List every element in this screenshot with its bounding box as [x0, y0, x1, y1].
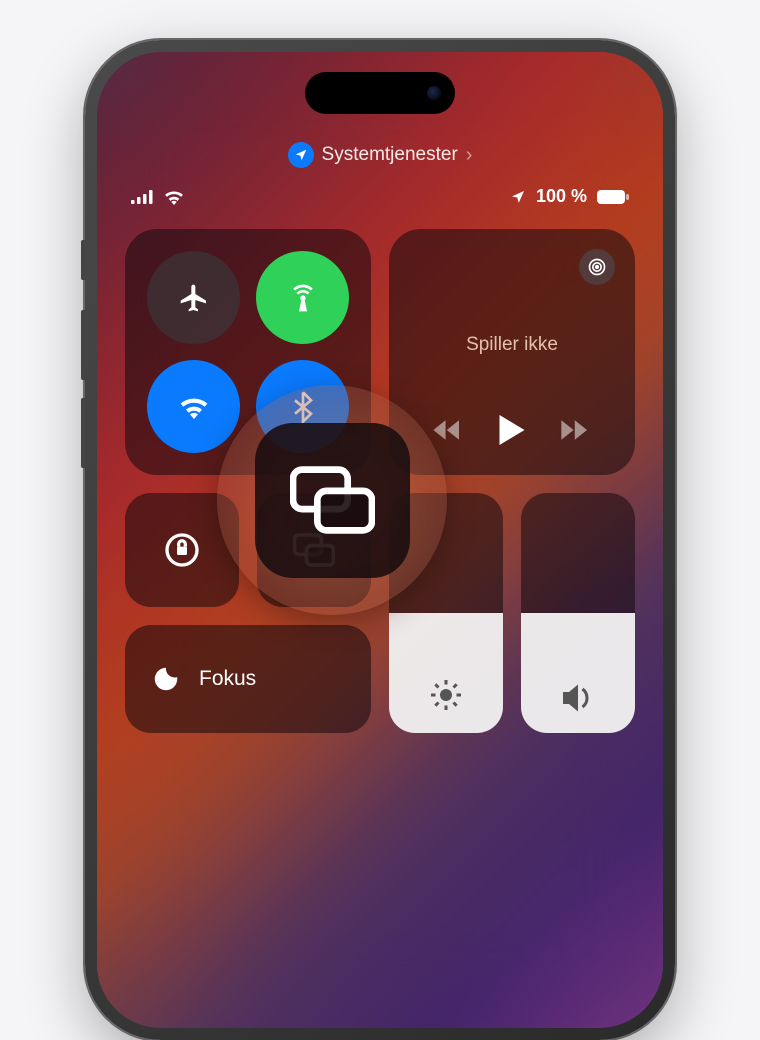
system-services-link[interactable]: Systemtjenester ›	[125, 142, 635, 168]
dynamic-island	[305, 72, 455, 114]
cellular-data-button[interactable]	[256, 251, 349, 344]
location-arrow-icon	[288, 142, 314, 168]
airplay-audio-button[interactable]	[579, 249, 615, 285]
system-services-label: Systemtjenester	[322, 144, 458, 166]
volume-down-button	[81, 398, 85, 468]
wifi-status-icon	[163, 189, 185, 205]
forward-button[interactable]	[561, 419, 591, 441]
airplane-icon	[178, 282, 210, 314]
volume-slider[interactable]	[521, 493, 635, 733]
chevron-right-icon: ›	[466, 144, 473, 167]
brightness-icon	[428, 677, 464, 713]
media-status-label: Spiller ikke	[409, 334, 615, 356]
rotation-lock-icon	[162, 530, 202, 570]
airplay-icon	[587, 257, 607, 277]
wifi-button[interactable]	[147, 360, 240, 453]
location-status-icon	[510, 189, 526, 205]
focus-button[interactable]: Fokus	[125, 625, 371, 733]
phone-frame: Systemtjenester › 100 %	[85, 40, 675, 1040]
rewind-icon	[433, 419, 463, 441]
volume-up-button	[81, 310, 85, 380]
play-icon	[499, 415, 525, 445]
forward-icon	[561, 419, 591, 441]
moon-icon	[151, 664, 181, 694]
front-camera	[427, 86, 441, 100]
rewind-button[interactable]	[433, 419, 463, 441]
status-bar: 100 %	[125, 186, 635, 207]
wifi-icon	[178, 395, 210, 419]
screen-mirroring-icon	[290, 465, 375, 535]
airplane-mode-button[interactable]	[147, 251, 240, 344]
screen-mirroring-magnified	[255, 423, 410, 578]
cellular-signal-icon	[131, 190, 153, 204]
volume-icon	[560, 683, 596, 713]
focus-label: Fokus	[199, 667, 256, 691]
battery-icon	[597, 189, 629, 205]
cellular-antenna-icon	[287, 282, 319, 314]
magnified-highlight	[217, 385, 447, 615]
phone-screen: Systemtjenester › 100 %	[97, 52, 663, 1028]
play-button[interactable]	[499, 415, 525, 445]
battery-percent: 100 %	[536, 186, 587, 207]
side-button	[81, 240, 85, 280]
